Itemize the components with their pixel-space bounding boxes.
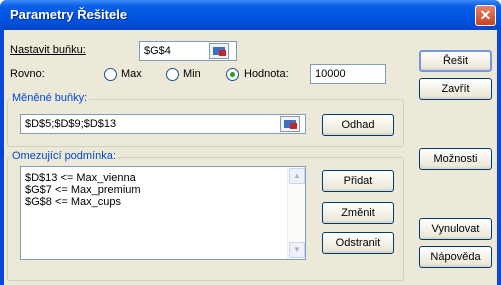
title-bar[interactable]: Parametry Řešitele ✕ — [0, 0, 501, 30]
window-title: Parametry Řešitele — [10, 7, 128, 22]
radio-max[interactable] — [104, 68, 117, 81]
changing-cells-value: $D$5;$D$9;$D$13 — [25, 118, 117, 130]
constraints-list[interactable]: $D$13 <= Max_vienna $G$7 <= Max_premium … — [20, 166, 306, 260]
change-constraint-button[interactable]: Změnit — [322, 202, 394, 224]
list-item[interactable]: $D$13 <= Max_vienna — [25, 172, 136, 184]
list-item[interactable]: $G$7 <= Max_premium — [25, 184, 141, 196]
radio-min-label[interactable]: Min — [183, 68, 201, 80]
list-item[interactable]: $G$8 <= Max_cups — [25, 196, 121, 208]
radio-value-label[interactable]: Hodnota: — [244, 68, 289, 80]
arrow-down-icon[interactable]: ▼ — [289, 242, 305, 258]
close-button[interactable]: Zavřít — [419, 78, 492, 100]
constraints-title: Omezující podmínka: — [10, 150, 118, 162]
reset-button[interactable]: Vynulovat — [419, 218, 492, 240]
value-input[interactable]: 10000 — [310, 64, 386, 84]
radio-min[interactable] — [166, 68, 179, 81]
arrow-up-icon[interactable]: ▲ — [289, 168, 305, 184]
delete-constraint-button[interactable]: Odstranit — [322, 232, 394, 254]
cell-reference-icon[interactable] — [209, 43, 229, 59]
equal-to-label: Rovno: — [10, 68, 45, 80]
dialog-body: Nastavit buňku: $G$4 Rovno: Max Min Hodn… — [4, 30, 497, 285]
target-cell-label-text: Nastavit buňku: — [10, 44, 86, 56]
scrollbar[interactable]: ▲ ▼ — [287, 167, 305, 259]
target-cell-value: $G$4 — [144, 45, 171, 57]
cell-reference-icon[interactable] — [280, 116, 300, 132]
target-cell-label: Nastavit buňku: — [10, 44, 86, 56]
solver-dialog: Parametry Řešitele ✕ Nastavit buňku: $G$… — [0, 0, 501, 285]
close-icon[interactable]: ✕ — [475, 5, 496, 26]
changing-cells-title: Měněné buňky: — [10, 92, 90, 104]
radio-value[interactable] — [226, 68, 239, 81]
options-button[interactable]: Možnosti — [419, 148, 492, 170]
radio-max-label[interactable]: Max — [121, 68, 142, 80]
changing-cells-input[interactable]: $D$5;$D$9;$D$13 — [20, 114, 306, 134]
add-constraint-button[interactable]: Přidat — [322, 170, 394, 192]
help-button[interactable]: Nápověda — [419, 246, 492, 268]
guess-button[interactable]: Odhad — [322, 114, 394, 136]
solve-button[interactable]: Řešit — [419, 50, 492, 72]
value-input-text: 10000 — [315, 68, 346, 80]
